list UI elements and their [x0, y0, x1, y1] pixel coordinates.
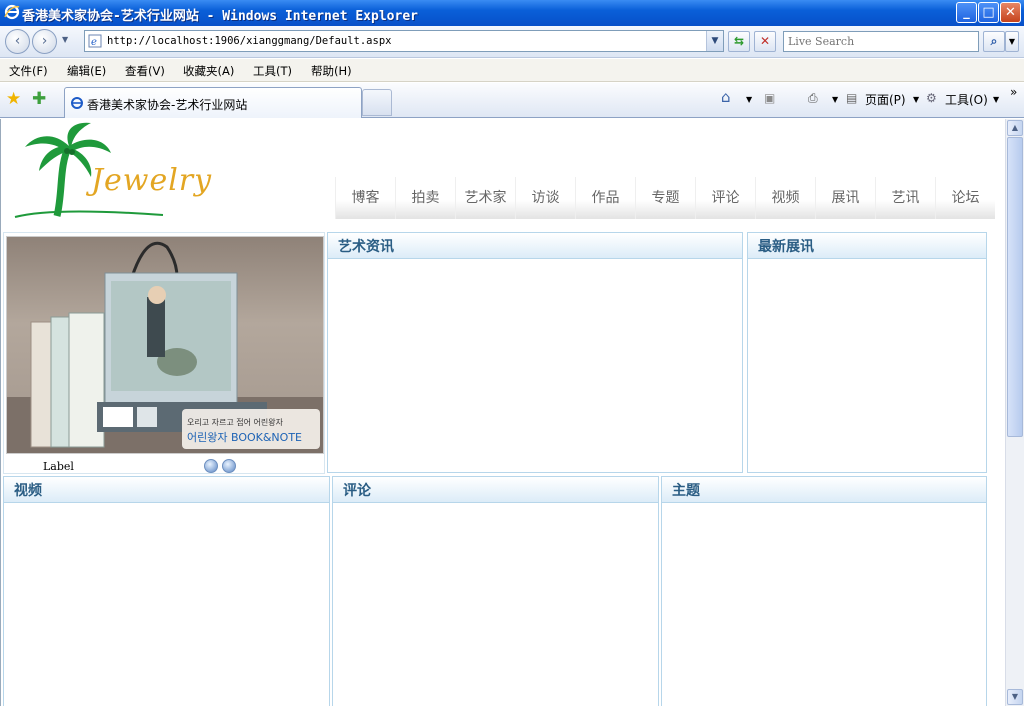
chevron-more-icon[interactable]: » — [1010, 85, 1017, 99]
art-news-heading: 艺术资讯 — [328, 233, 742, 259]
scroll-thumb[interactable] — [1007, 137, 1023, 437]
address-bar[interactable]: e http://localhost:1906/xianggmang/Defau… — [84, 30, 724, 52]
nav-auction[interactable]: 拍卖 — [395, 177, 455, 219]
nav-works[interactable]: 作品 — [575, 177, 635, 219]
maximize-button[interactable]: □ — [978, 2, 999, 23]
nav-forum[interactable]: 论坛 — [935, 177, 995, 219]
address-dropdown-icon[interactable]: ▼ — [706, 31, 723, 51]
nav-blog[interactable]: 博客 — [335, 177, 395, 219]
window-title-bar[interactable]: 香港美术家协会-艺术行业网站 - Windows Internet Explor… — [0, 0, 1024, 26]
forward-button[interactable]: › — [32, 29, 57, 54]
latest-exhibitions-heading: 最新展讯 — [748, 233, 986, 259]
scroll-up-icon[interactable]: ▲ — [1007, 120, 1023, 136]
menu-edit[interactable]: 编辑(E) — [67, 63, 106, 79]
slide-dot-1[interactable] — [204, 459, 218, 473]
address-url[interactable]: http://localhost:1906/xianggmang/Default… — [107, 35, 391, 47]
nav-exhibitions[interactable]: 展讯 — [815, 177, 875, 219]
tools-menu[interactable]: 工具(O) — [945, 91, 988, 108]
search-options-icon[interactable]: ▼ — [1005, 31, 1019, 52]
page-dropdown-icon[interactable]: ▼ — [913, 95, 919, 104]
menu-help[interactable]: 帮助(H) — [311, 63, 352, 79]
tab-bar: ★ ✚ 香港美术家协会-艺术行业网站 ⌂ ▼ ▣ ⎙ ▼ ▤ 页面(P) ▼ ⚙… — [0, 83, 1024, 118]
topics-heading: 主题 — [662, 477, 986, 503]
search-box[interactable] — [783, 31, 979, 52]
menu-favorites[interactable]: 收藏夹(A) — [183, 63, 234, 79]
art-news-panel: 艺术资讯 — [327, 232, 743, 473]
page-viewport: Jewelry 博客 拍卖 艺术家 访谈 作品 专题 评论 视频 展讯 艺讯 论… — [0, 119, 1005, 706]
favorites-star-icon[interactable]: ★ — [6, 89, 21, 109]
stop-icon[interactable]: ✕ — [754, 31, 776, 52]
add-favorite-icon[interactable]: ✚ — [32, 89, 46, 109]
latest-exhibitions-panel: 最新展讯 — [747, 232, 987, 473]
new-tab-button[interactable] — [362, 89, 392, 116]
print-dropdown-icon[interactable]: ▼ — [832, 95, 838, 104]
menu-view[interactable]: 查看(V) — [125, 63, 165, 79]
ie-logo-icon — [4, 4, 20, 20]
gear-icon: ⚙ — [926, 91, 937, 105]
svg-text:e: e — [91, 37, 97, 48]
tab-page-icon — [71, 97, 83, 109]
nav-artists[interactable]: 艺术家 — [455, 177, 515, 219]
site-logo[interactable]: Jewelry — [13, 121, 211, 221]
menu-tools[interactable]: 工具(T) — [253, 63, 292, 79]
nav-topics[interactable]: 专题 — [635, 177, 695, 219]
close-button[interactable]: ✕ — [1000, 2, 1021, 23]
tools-dropdown-icon[interactable]: ▼ — [993, 95, 999, 104]
search-icon[interactable]: ⌕ — [983, 31, 1005, 52]
search-input[interactable] — [784, 32, 974, 51]
page-icon: e — [88, 34, 102, 48]
product-photo: 오리고 자르고 접어 어린왕자 어린왕자 BOOK&NOTE — [7, 241, 323, 453]
logo-text: Jewelry — [91, 163, 213, 198]
home-dropdown-icon[interactable]: ▼ — [746, 95, 752, 104]
minimize-button[interactable]: _ — [956, 2, 977, 23]
history-dropdown-icon[interactable]: ▼ — [62, 35, 68, 44]
nav-interviews[interactable]: 访谈 — [515, 177, 575, 219]
feeds-icon[interactable]: ▣ — [764, 91, 775, 105]
slideshow-label: Label — [43, 460, 74, 473]
slide-dot-2[interactable] — [222, 459, 236, 473]
nav-videos[interactable]: 视频 — [755, 177, 815, 219]
banner-line-1: 오리고 자르고 접어 어린왕자 — [187, 417, 284, 427]
print-icon[interactable]: ⎙ — [808, 91, 818, 106]
back-button[interactable]: ‹ — [5, 29, 30, 54]
menu-bar: 文件(F) 编辑(E) 查看(V) 收藏夹(A) 工具(T) 帮助(H) — [0, 59, 1024, 82]
scroll-down-icon[interactable]: ▼ — [1007, 689, 1023, 705]
window-title: 香港美术家协会-艺术行业网站 - Windows Internet Explor… — [22, 9, 418, 24]
home-icon[interactable]: ⌂ — [721, 88, 731, 106]
refresh-icon[interactable]: ⇆ — [728, 31, 750, 52]
topics-panel: 主题 — [661, 476, 987, 706]
banner-line-2: 어린왕자 BOOK&NOTE — [187, 431, 302, 444]
page-menu[interactable]: 页面(P) — [865, 91, 906, 108]
video-panel: 视频 — [3, 476, 330, 706]
page-menu-icon: ▤ — [846, 91, 858, 105]
vertical-scrollbar[interactable]: ▲ ▼ — [1005, 119, 1024, 706]
slideshow-image[interactable]: 오리고 자르고 접어 어린왕자 어린왕자 BOOK&NOTE — [6, 236, 324, 454]
address-toolbar: ‹ › ▼ e http://localhost:1906/xianggmang… — [0, 26, 1024, 58]
menu-file[interactable]: 文件(F) — [9, 63, 48, 79]
tab-active[interactable]: 香港美术家协会-艺术行业网站 — [64, 87, 362, 118]
video-heading: 视频 — [4, 477, 329, 503]
comments-heading: 评论 — [333, 477, 658, 503]
nav-art-news[interactable]: 艺讯 — [875, 177, 935, 219]
tab-label: 香港美术家协会-艺术行业网站 — [87, 98, 248, 112]
comments-panel: 评论 — [332, 476, 659, 706]
nav-reviews[interactable]: 评论 — [695, 177, 755, 219]
